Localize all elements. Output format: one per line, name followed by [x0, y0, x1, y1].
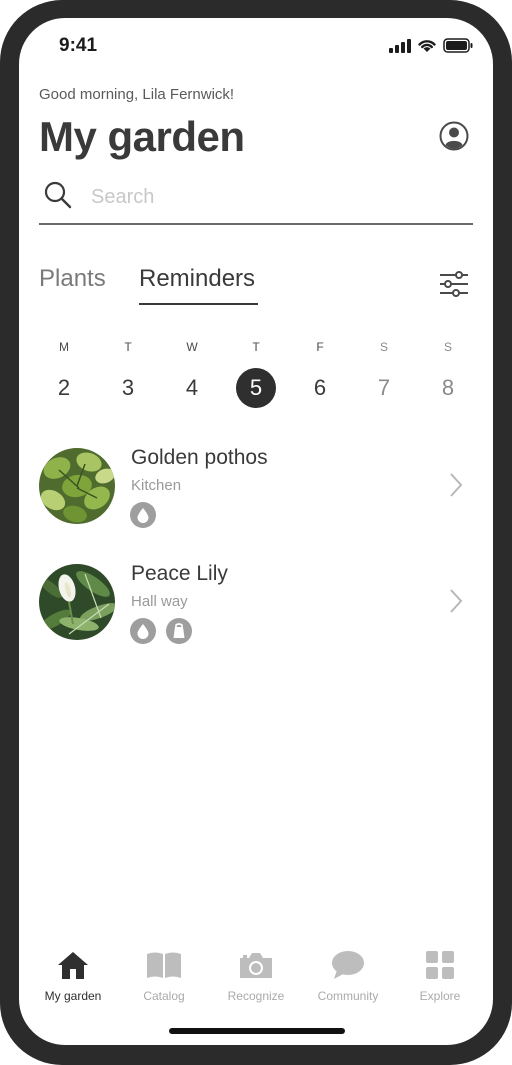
- day-number: 6: [313, 375, 327, 400]
- plant-room: Hall way: [131, 593, 188, 610]
- bottom-tab-bar: My garden Catalog Recognize Community Ex…: [19, 948, 493, 1008]
- day-number: 2: [57, 375, 71, 400]
- water-drop-icon: [130, 618, 156, 644]
- speech-bubble-icon: [302, 948, 394, 982]
- day-letter: S: [443, 340, 452, 354]
- tab-plants[interactable]: Plants: [39, 265, 106, 293]
- tab-explore[interactable]: Explore: [394, 948, 486, 1003]
- page-title: My garden: [39, 113, 245, 160]
- day-letter: T: [124, 340, 132, 354]
- plant-photo: [39, 564, 115, 640]
- tab-catalog[interactable]: Catalog: [118, 948, 210, 1003]
- home-indicator[interactable]: [169, 1028, 345, 1034]
- tab-label: Catalog: [143, 989, 185, 1003]
- search-bar: [39, 178, 473, 225]
- water-drop-icon: [130, 502, 156, 528]
- signal-icon: [389, 38, 411, 53]
- active-tab-indicator: [139, 303, 258, 305]
- plant-name: Peace Lily: [131, 562, 228, 585]
- day-letter: F: [316, 340, 324, 354]
- day-number: 8: [441, 375, 455, 400]
- tab-community[interactable]: Community: [302, 948, 394, 1003]
- plant-name: Golden pothos: [131, 446, 268, 469]
- day-number: 7: [377, 375, 391, 400]
- wifi-icon: [418, 40, 436, 52]
- plant-list-item[interactable]: Peace Lily Hall way: [39, 562, 473, 654]
- day-letter: T: [252, 340, 260, 354]
- filter-sliders-icon[interactable]: [439, 271, 469, 297]
- battery-icon: [443, 38, 473, 53]
- grid-icon: [394, 948, 486, 982]
- fertilizer-bag-icon: [166, 618, 192, 644]
- day-letter: M: [59, 340, 69, 354]
- book-icon: [118, 948, 210, 982]
- care-icons: [130, 502, 156, 528]
- day-letter: W: [186, 340, 198, 354]
- plant-room: Kitchen: [131, 477, 182, 494]
- chevron-right-icon: [450, 589, 463, 613]
- selected-day-number: 5: [236, 368, 276, 408]
- status-time: 9:41: [59, 35, 98, 56]
- greeting: Good morning, Lila Fernwick!: [39, 86, 235, 103]
- status-icons: [389, 38, 473, 53]
- care-icons: [130, 618, 192, 644]
- tab-label: Explore: [419, 989, 461, 1003]
- phone-frame: 9:41 Good morning, Lila Fernwick! My gar…: [0, 0, 512, 1065]
- tab-label: Community: [317, 989, 379, 1003]
- user-circle-icon[interactable]: [439, 121, 469, 151]
- day-number: 3: [121, 375, 135, 400]
- chevron-right-icon: [450, 473, 463, 497]
- search-input[interactable]: [91, 182, 451, 212]
- day-number: 4: [185, 375, 199, 400]
- plant-list-item[interactable]: Golden pothos Kitchen: [39, 446, 473, 538]
- tab-reminders[interactable]: Reminders: [139, 265, 255, 293]
- tab-label: My garden: [44, 989, 102, 1003]
- day-letter: S: [379, 340, 388, 354]
- screen: 9:41 Good morning, Lila Fernwick! My gar…: [19, 18, 493, 1045]
- tab-my-garden[interactable]: My garden: [27, 948, 119, 1003]
- tab-label: Recognize: [227, 989, 285, 1003]
- search-icon: [44, 181, 72, 209]
- plant-photo: [39, 448, 115, 524]
- tab-recognize[interactable]: Recognize: [210, 948, 302, 1003]
- camera-icon: [210, 948, 302, 982]
- home-icon: [27, 948, 119, 982]
